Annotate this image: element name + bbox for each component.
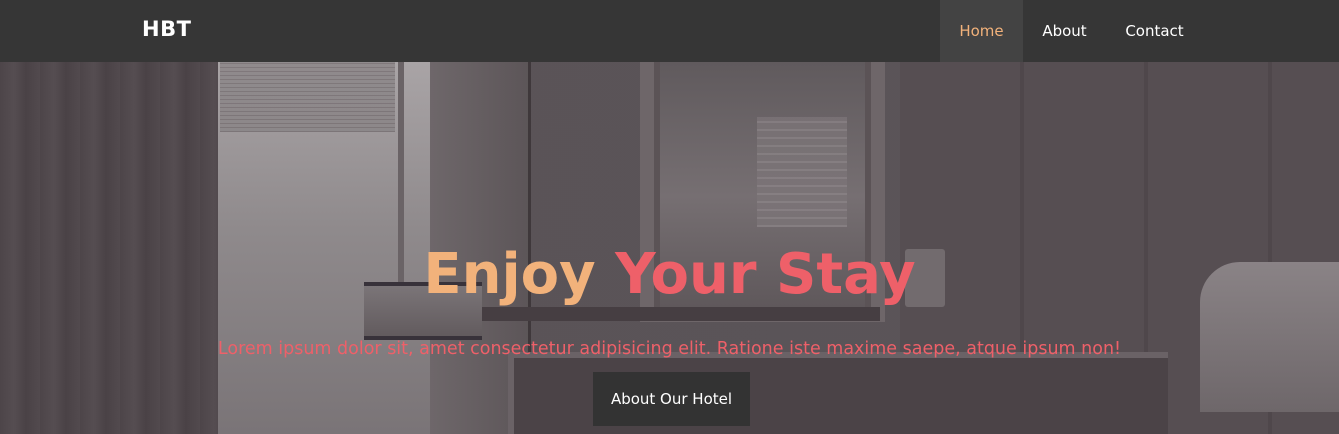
about-hotel-button[interactable]: About Our Hotel (593, 372, 750, 426)
nav-link-about[interactable]: About (1023, 0, 1106, 62)
hero-content: Enjoy Your Stay Lorem ipsum dolor sit, a… (0, 62, 1339, 434)
hero-subtitle: Lorem ipsum dolor sit, amet consectetur … (217, 339, 1122, 359)
nav-links: Home About Contact (940, 0, 1203, 62)
nav-link-contact[interactable]: Contact (1106, 0, 1203, 62)
nav-link-home[interactable]: Home (940, 0, 1023, 62)
hero-title-part2: Your Stay (615, 242, 916, 307)
hero-title-part1: Enjoy (423, 242, 596, 307)
hero-title: Enjoy Your Stay (0, 240, 1339, 310)
navbar: HBT Home About Contact (0, 0, 1339, 62)
brand-logo[interactable]: HBT (142, 17, 191, 41)
